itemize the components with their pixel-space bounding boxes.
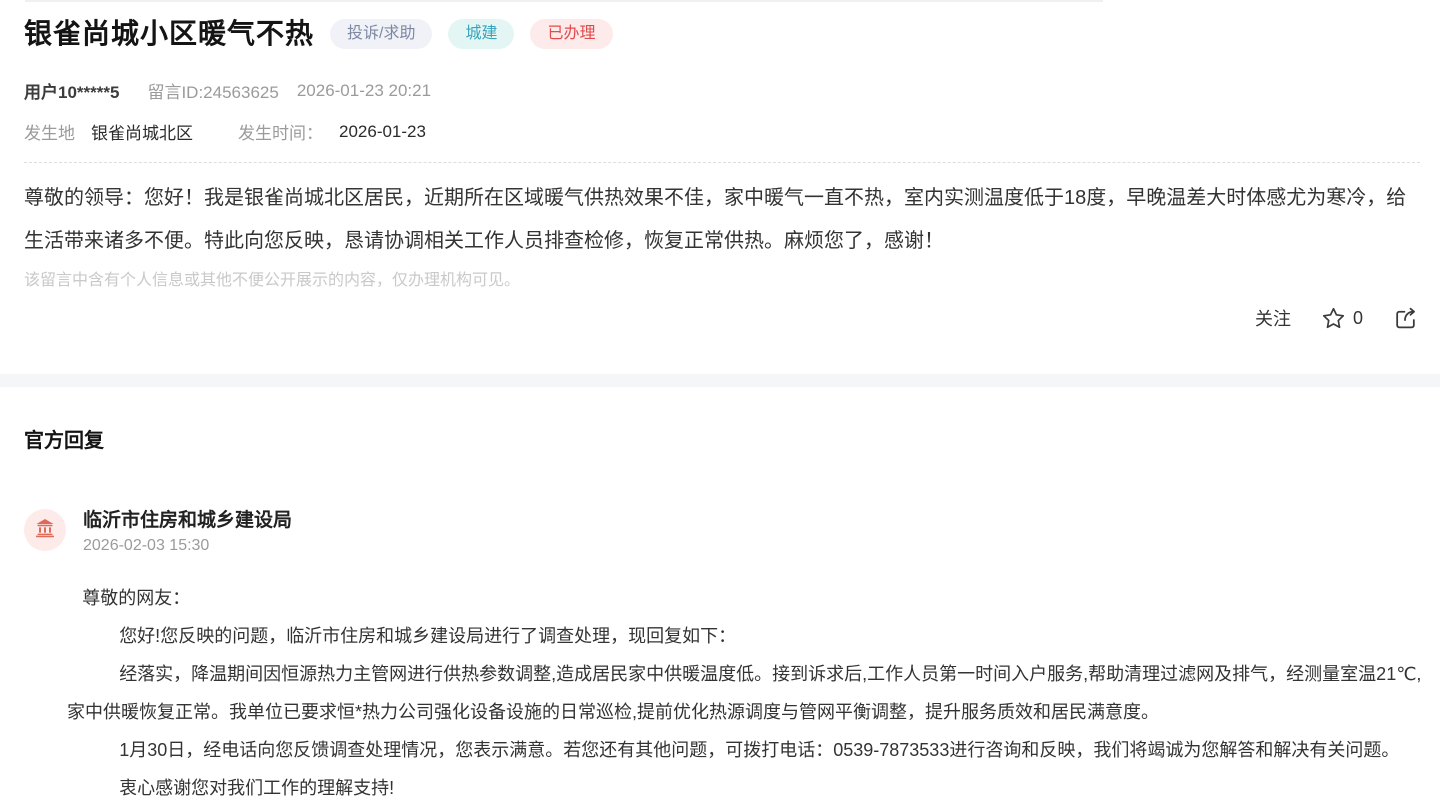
star-count: 0 [1353, 308, 1363, 329]
reply-paragraph: 尊敬的网友： [67, 579, 1422, 617]
reply-paragraph: 1月30日，经电话向您反馈调查处理情况，您表示满意。若您还有其他问题，可拨打电话… [67, 731, 1422, 769]
star-icon [1321, 306, 1346, 331]
page: 银雀尚城小区暖气不热 投诉/求助 城建 已办理 用户10*****5 留言ID:… [0, 0, 1440, 799]
official-reply-section: 官方回复 临沂市住房和城乡建设局 2026-02-0 [0, 424, 1440, 807]
reply-header: 临沂市住房和城乡建设局 2026-02-03 15:30 [24, 509, 1422, 555]
agency-block: 临沂市住房和城乡建设局 2026-02-03 15:30 [83, 509, 292, 555]
location-label: 发生地 [24, 119, 75, 144]
title-row: 银雀尚城小区暖气不热 投诉/求助 城建 已办理 [24, 14, 1420, 54]
section-separator [0, 374, 1440, 387]
action-bar: 关注 0 [24, 305, 1420, 331]
occur-time-label: 发生时间： [238, 119, 323, 144]
meta-row-user: 用户10*****5 留言ID:24563625 2026-01-23 20:2… [24, 78, 1420, 103]
reply-time: 2026-02-03 15:30 [83, 537, 292, 555]
tag-status-badge: 已办理 [530, 19, 612, 49]
agency-name: 临沂市住房和城乡建设局 [83, 509, 292, 533]
share-button[interactable] [1393, 306, 1418, 331]
government-building-icon [33, 516, 57, 545]
complaint-body: 尊敬的领导：您好！我是银雀尚城北区居民，近期所在区域暖气供热效果不佳，家中暖气一… [24, 177, 1420, 263]
page-title: 银雀尚城小区暖气不热 [24, 14, 314, 54]
privacy-note: 该留言中含有个人信息或其他不便公开展示的内容，仅办理机构可见。 [24, 271, 1420, 291]
occur-time-value: 2026-01-23 [339, 122, 426, 142]
dashed-divider [24, 162, 1420, 163]
complaint-card: 银雀尚城小区暖气不热 投诉/求助 城建 已办理 用户10*****5 留言ID:… [0, 0, 1440, 331]
follow-button[interactable]: 关注 [1255, 305, 1291, 331]
post-time: 2026-01-23 20:21 [297, 81, 431, 101]
reply-body: 尊敬的网友： 您好!您反映的问题，临沂市住房和城乡建设局进行了调查处理，现回复如… [67, 579, 1422, 807]
meta-row-location: 发生地 银雀尚城北区 发生时间： 2026-01-23 [24, 119, 1420, 144]
reply-paragraph: 经落实，降温期间因恒源热力主管网进行供热参数调整,造成居民家中供暖温度低。接到诉… [67, 655, 1422, 731]
username: 用户10*****5 [24, 78, 119, 103]
star-button[interactable]: 0 [1321, 306, 1363, 331]
tag-category[interactable]: 城建 [448, 19, 514, 49]
tag-complaint-type[interactable]: 投诉/求助 [330, 19, 432, 49]
share-icon [1393, 306, 1418, 331]
top-divider [25, 0, 1103, 2]
location-value: 银雀尚城北区 [91, 119, 193, 144]
message-id: 留言ID:24563625 [147, 78, 278, 103]
official-reply-heading: 官方回复 [24, 424, 1422, 453]
agency-avatar [24, 509, 66, 551]
reply-paragraph: 您好!您反映的问题，临沂市住房和城乡建设局进行了调查处理，现回复如下： [67, 617, 1422, 655]
reply-paragraph: 衷心感谢您对我们工作的理解支持! [67, 769, 1422, 807]
